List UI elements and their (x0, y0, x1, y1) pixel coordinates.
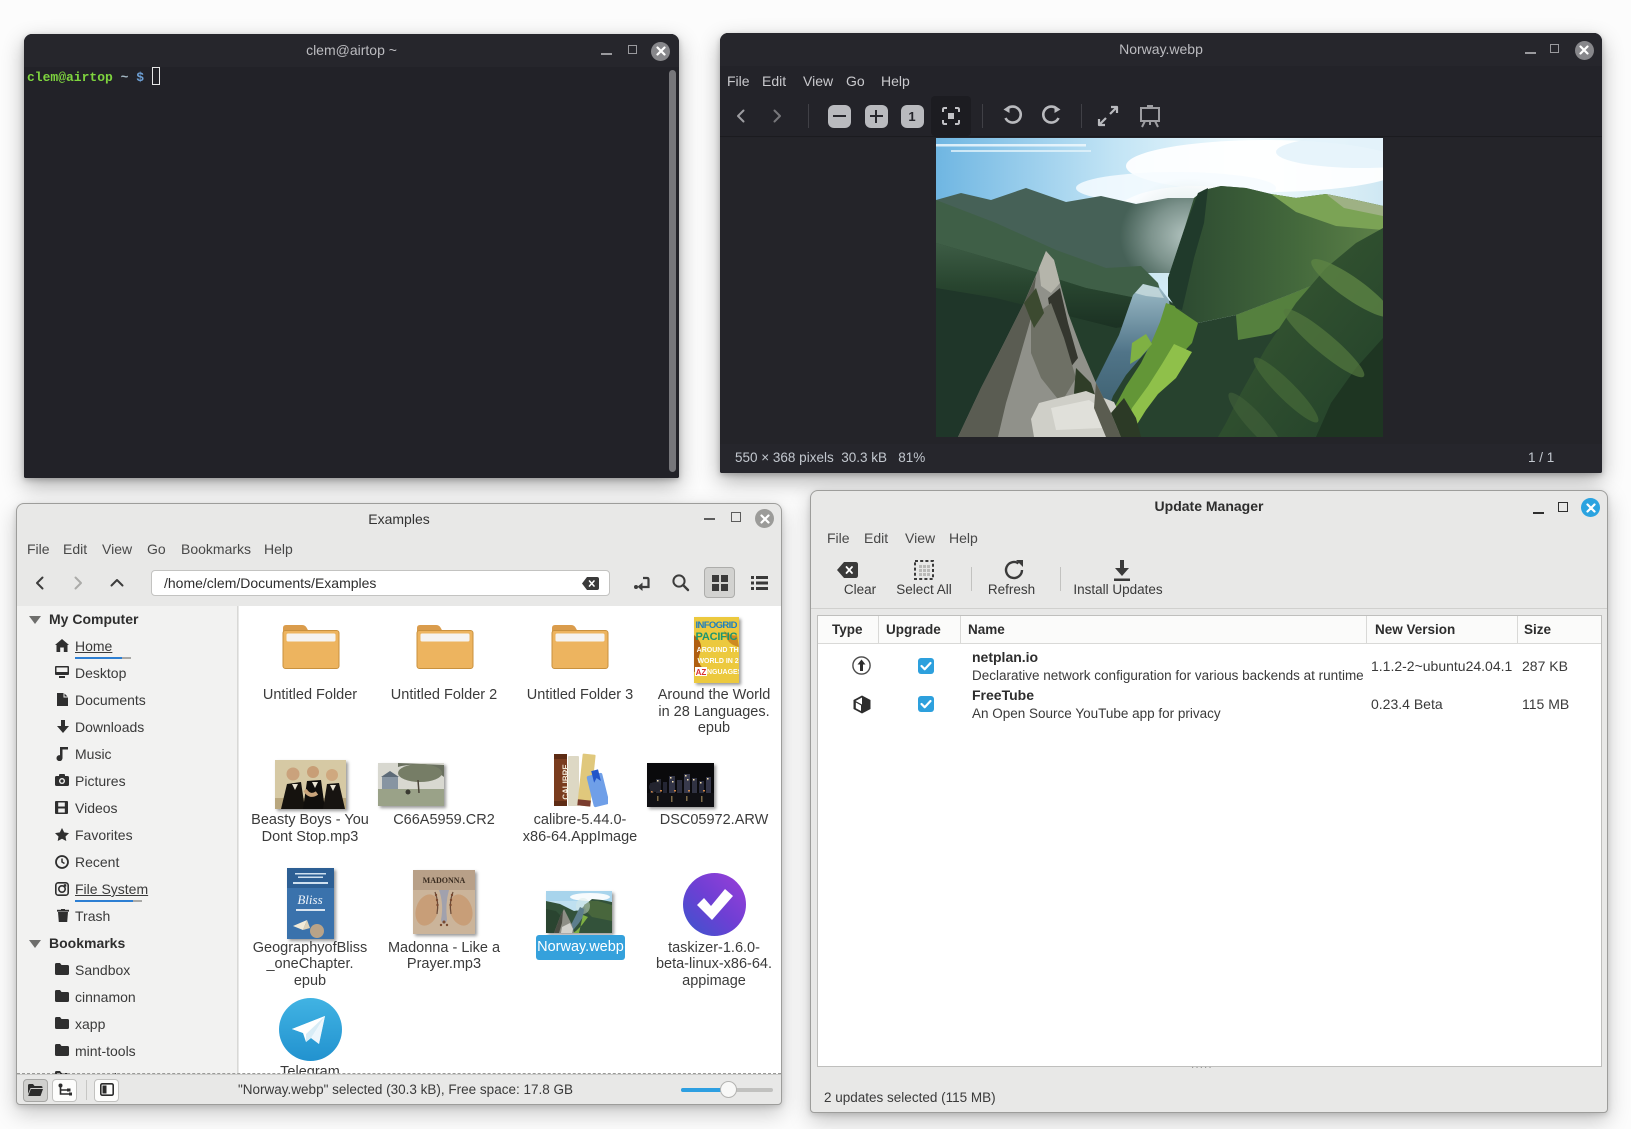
svg-text:MADONNA: MADONNA (423, 876, 466, 885)
svg-text:WORLD IN 28: WORLD IN 28 (697, 658, 739, 665)
svg-text:PACIFIC: PACIFIC (696, 631, 738, 643)
svg-text:AZ: AZ (696, 668, 707, 677)
svg-text:Bliss: Bliss (297, 892, 322, 907)
svg-text:AROUND THE: AROUND THE (697, 647, 739, 654)
svg-text:INFOGRID: INFOGRID (696, 620, 738, 631)
